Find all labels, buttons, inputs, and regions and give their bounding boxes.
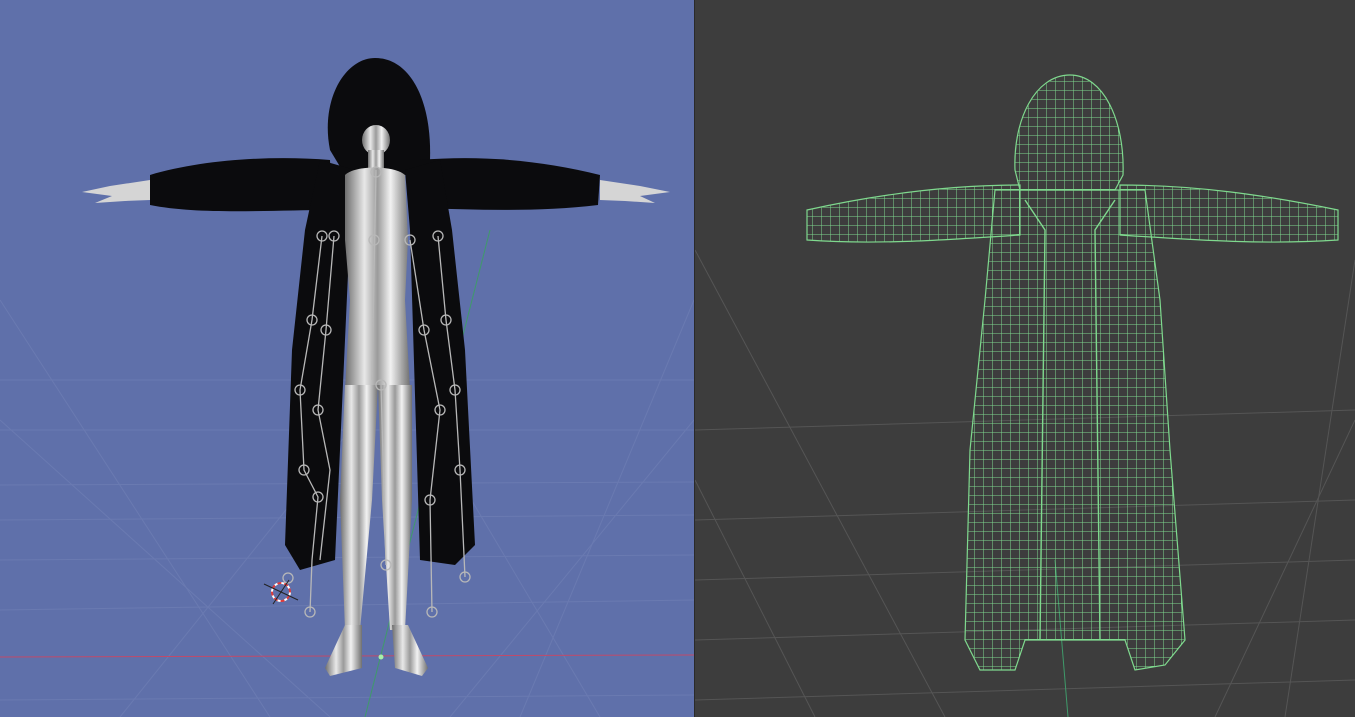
viewport-canvas-left[interactable] bbox=[0, 0, 694, 717]
origin-dot bbox=[378, 654, 384, 660]
viewport-wireframe[interactable] bbox=[695, 0, 1355, 717]
wireframe-coat[interactable] bbox=[806, 74, 1339, 671]
viewport-canvas-right[interactable] bbox=[695, 0, 1355, 717]
3d-cursor-icon[interactable] bbox=[263, 579, 299, 605]
viewport-material-preview[interactable] bbox=[0, 0, 694, 717]
